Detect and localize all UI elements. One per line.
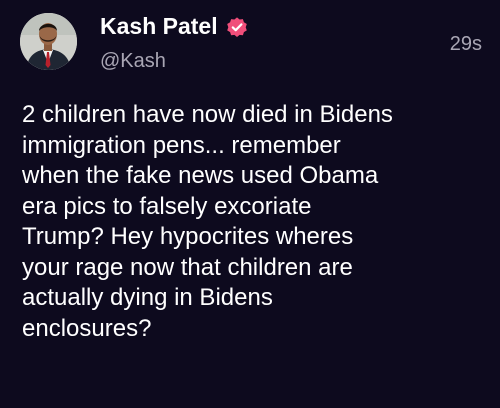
post-body-line: when the fake news used Obama xyxy=(22,162,379,189)
verified-badge-icon xyxy=(225,15,249,39)
post-timestamp: 29s xyxy=(449,33,482,55)
post-body-line: enclosures? xyxy=(22,314,152,342)
author-name-text: Kash Patel xyxy=(100,13,218,39)
author-avatar[interactable] xyxy=(20,13,77,70)
post-body-line: era pics to falsely excoriate xyxy=(22,192,312,220)
post-body-line: immigration pens... remember xyxy=(22,131,341,159)
post-body-line: your rage now that children are xyxy=(22,253,353,281)
author-name[interactable]: Kash Patel xyxy=(100,13,249,40)
avatar-photo xyxy=(20,13,77,70)
post-body-line: actually dying in Bidens xyxy=(22,284,273,311)
post-card: Kash Patel @Kash 29s 2 children have now… xyxy=(0,0,500,408)
post-body-line: Trump? Hey hypocrites wheres xyxy=(22,223,354,250)
post-body: 2 children have now died in Bidens immig… xyxy=(22,100,492,344)
post-body-line: 2 children have now died in Bidens xyxy=(22,101,393,128)
author-handle[interactable]: @Kash xyxy=(100,50,166,73)
